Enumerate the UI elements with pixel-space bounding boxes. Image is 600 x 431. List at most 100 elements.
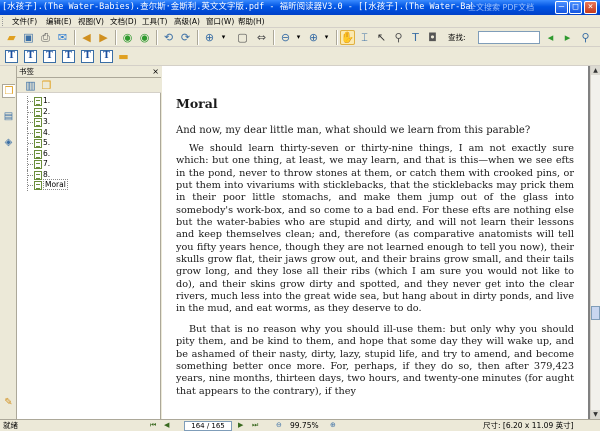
next-page-nav-icon[interactable]: ▶ [238, 420, 243, 431]
vertical-scrollbar[interactable]: ▲ ▼ [590, 66, 600, 419]
page-number-field[interactable]: 164 / 165 [184, 421, 232, 431]
pointer-icon[interactable]: ↖ [374, 30, 389, 45]
rotate-right-icon[interactable]: ⟳ [178, 30, 193, 45]
find-input[interactable] [478, 31, 540, 44]
fit-width-icon[interactable]: ⇔ [254, 30, 269, 45]
bookmark-item[interactable]: 1. [21, 96, 159, 107]
scroll-thumb[interactable] [591, 306, 600, 320]
text-replace-icon[interactable]: T [80, 49, 95, 64]
note-icon[interactable]: ▬ [116, 49, 131, 64]
snapshot-icon[interactable]: ◘ [425, 30, 440, 45]
bookmark-item[interactable]: 6. [21, 148, 159, 159]
binoculars-icon[interactable]: ⚲ [391, 30, 406, 45]
main-toolbar: ▰ ▣ ⎙ ✉ ◀ ▶ ◉ ◉ ⟲ ⟳ ⊕ ▾ ▢ ⇔ ⊖ ▾ ⊕ ▾ ✋ ⌶ … [0, 28, 600, 47]
menu-tools[interactable]: 工具(T) [142, 15, 167, 28]
delete-bookmark-icon[interactable]: ▥ [23, 78, 38, 93]
menu-file[interactable]: 文件(F) [12, 15, 37, 28]
annotation-toolbar: T T T T T T ▬ [0, 47, 600, 66]
scroll-down-icon[interactable]: ▼ [591, 410, 600, 419]
bookmarks-panel: 书签 × ▥ ❒ 1. 2. 3. 4. 5. 6. 7. 8. Moral [17, 66, 161, 419]
find-next-icon[interactable]: ▸ [560, 30, 575, 45]
status-ready: 就绪 [3, 421, 18, 430]
text-insert-icon[interactable]: T [99, 49, 114, 64]
prev-page-nav-icon[interactable]: ◀ [164, 420, 169, 431]
hand-tool-icon[interactable]: ✋ [340, 30, 355, 45]
rotate-left-icon[interactable]: ⟲ [161, 30, 176, 45]
callout-icon[interactable]: T [42, 49, 57, 64]
bookmarks-tab-icon[interactable]: ❒ [2, 84, 15, 98]
textbox-icon[interactable]: T [23, 49, 38, 64]
find-previous-icon[interactable]: ◂ [543, 30, 558, 45]
bookmark-list: 1. 2. 3. 4. 5. 6. 7. 8. Moral [21, 96, 159, 191]
panel-toolbar: ▥ ❒ [17, 78, 161, 93]
title-bar: [水孩子].(The Water-Babies).查尔斯·金斯利.英文文字版.p… [0, 0, 600, 15]
bookmark-label: 4. [43, 127, 51, 137]
zoom-out-dropdown-icon[interactable]: ▾ [291, 30, 306, 45]
status-bar: 就绪 ⏮ ◀ 164 / 165 ▶ ⏭ ⊖ 99.75% ⊕ 尺寸: [6.2… [0, 419, 600, 431]
back-icon[interactable]: ◉ [120, 30, 135, 45]
zoom-level[interactable]: 99.75% [290, 420, 319, 431]
bookmark-label: 6. [43, 148, 51, 158]
zoom-status-icon[interactable]: ⊖ [276, 420, 282, 431]
bookmark-icon [34, 128, 42, 138]
add-bookmark-icon[interactable]: ❒ [39, 78, 54, 93]
menu-edit[interactable]: 编辑(E) [46, 15, 72, 28]
bookmark-item[interactable]: 5. [21, 138, 159, 149]
toolbar-separator [115, 30, 117, 45]
section-heading: Moral [176, 96, 218, 111]
window-title: [水孩子].(The Water-Babies).查尔斯·金斯利.英文文字版.p… [2, 2, 472, 12]
zoom-dropdown-icon[interactable]: ▾ [216, 30, 231, 45]
page-size: 尺寸: [6.20 x 11.09 英寸] [483, 421, 574, 430]
select-text-icon[interactable]: ⌶ [357, 30, 372, 45]
fit-page-icon[interactable]: ▢ [235, 30, 250, 45]
zoom-in-dropdown-icon[interactable]: ▾ [319, 30, 334, 45]
bookmark-item[interactable]: 7. [21, 159, 159, 170]
menu-help[interactable]: 帮助(H) [238, 15, 265, 28]
bookmark-label: 7. [43, 159, 51, 168]
text-edit-icon[interactable]: T [61, 49, 76, 64]
menu-advanced[interactable]: 高级(A) [174, 15, 200, 28]
menu-view[interactable]: 视图(V) [78, 15, 104, 28]
scroll-up-icon[interactable]: ▲ [591, 66, 600, 75]
menu-window[interactable]: 窗口(W) [206, 15, 234, 28]
bookmark-item[interactable]: 3. [21, 117, 159, 128]
layers-tab-icon[interactable]: ◈ [2, 136, 15, 150]
close-button[interactable]: × [584, 1, 597, 14]
panel-close-button[interactable]: × [152, 66, 159, 78]
bookmark-icon [34, 97, 42, 106]
pages-tab-icon[interactable]: ▤ [2, 110, 15, 124]
toolbar-separator [156, 30, 158, 45]
open-folder-icon[interactable]: ▰ [4, 30, 19, 45]
minimize-button[interactable]: – [555, 1, 568, 14]
zoom-tool-icon[interactable]: ⊕ [202, 30, 217, 45]
bookmark-label: Moral [43, 179, 68, 190]
save-icon[interactable]: ▣ [21, 30, 36, 45]
toolbar-separator [197, 30, 199, 45]
first-page-icon[interactable]: ◀ [79, 30, 94, 45]
bookmark-item[interactable]: 8. [21, 169, 159, 180]
bookmark-item[interactable]: 4. [21, 127, 159, 138]
bookmark-item-selected[interactable]: Moral [21, 179, 159, 191]
email-icon[interactable]: ✉ [55, 30, 70, 45]
bookmark-label: 1. [43, 96, 51, 105]
bookmark-item[interactable]: 2. [21, 106, 159, 117]
panel-title: 书签 [19, 67, 34, 76]
bookmark-icon [34, 107, 42, 117]
last-page-nav-icon[interactable]: ⏭ [252, 420, 258, 431]
attachments-tab-icon[interactable]: ✎ [2, 396, 15, 410]
document-view[interactable]: Moral And now, my dear little man, what … [162, 66, 590, 419]
last-page-icon[interactable]: ▶ [96, 30, 111, 45]
search-icon[interactable]: ⚲ [578, 30, 593, 45]
menu-document[interactable]: 文档(D) [110, 15, 137, 28]
text-select-icon[interactable]: T [408, 30, 423, 45]
typewriter-icon[interactable]: T [4, 49, 19, 64]
bookmark-icon [34, 181, 42, 190]
first-page-nav-icon[interactable]: ⏮ [150, 420, 156, 431]
bookmark-icon [34, 118, 42, 127]
toolbar-separator [74, 30, 76, 45]
print-icon[interactable]: ⎙ [38, 30, 53, 45]
forward-icon[interactable]: ◉ [137, 30, 152, 45]
zoom-in-status-icon[interactable]: ⊕ [330, 420, 336, 431]
body-paragraph: We should learn thirty-seven or thirty-n… [176, 143, 574, 315]
maximize-button[interactable]: □ [569, 1, 582, 14]
